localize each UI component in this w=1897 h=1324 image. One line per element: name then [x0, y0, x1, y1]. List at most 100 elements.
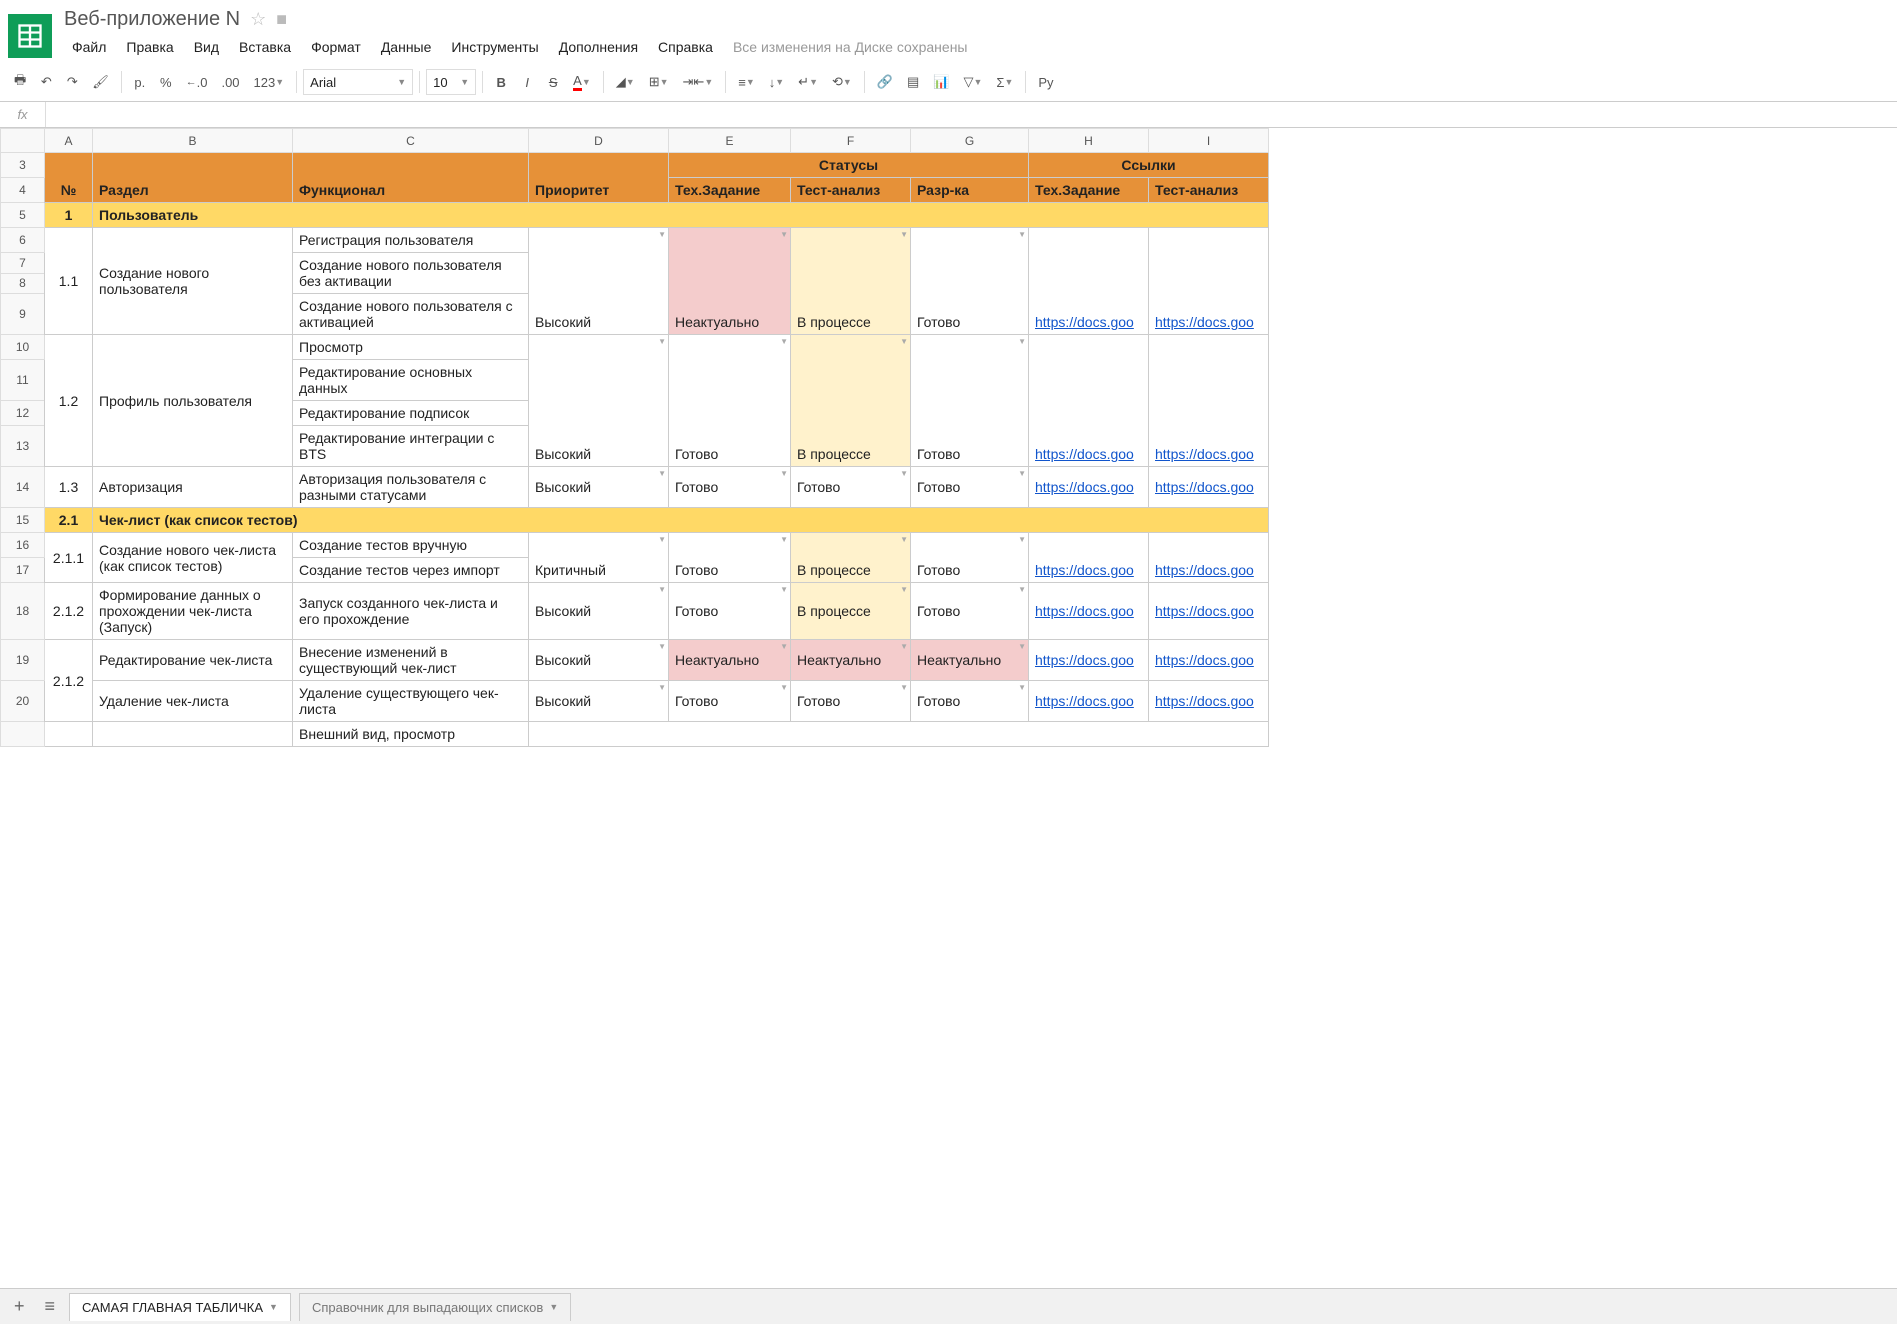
row-hdr[interactable]: 18	[1, 583, 45, 640]
more-formats-button[interactable]: 123 ▼	[248, 69, 291, 95]
cell-E4[interactable]: Тех.Задание	[669, 178, 791, 203]
cell-H18[interactable]: https://docs.goo	[1029, 583, 1149, 640]
cell-A16[interactable]: 2.1.1	[45, 533, 93, 583]
row-hdr[interactable]: 16	[1, 533, 45, 558]
cell-H3[interactable]: Ссылки	[1029, 153, 1269, 178]
cell-G4[interactable]: Разр-ка	[911, 178, 1029, 203]
dropdown-icon[interactable]: ▼	[780, 337, 788, 346]
cell-H16[interactable]: https://docs.goo	[1029, 533, 1149, 583]
cell-H14[interactable]: https://docs.goo	[1029, 467, 1149, 508]
merge-icon[interactable]: ⇥⇤ ▼	[677, 69, 720, 95]
dropdown-icon[interactable]: ▼	[658, 683, 666, 692]
font-select[interactable]: Arial▼	[303, 69, 413, 95]
cell-B16[interactable]: Создание нового чек-листа (как список те…	[93, 533, 293, 583]
cell-D19[interactable]: ▼Высокий	[529, 640, 669, 681]
cell-I18[interactable]: https://docs.goo	[1149, 583, 1269, 640]
cell-G10[interactable]: ▼Готово	[911, 335, 1029, 467]
dropdown-icon[interactable]: ▼	[658, 642, 666, 651]
cell-E16[interactable]: ▼Готово	[669, 533, 791, 583]
cell-B6[interactable]: Создание нового пользователя	[93, 228, 293, 335]
row-hdr[interactable]: 6	[1, 228, 45, 253]
row-hdr[interactable]: 15	[1, 508, 45, 533]
cell-D16[interactable]: ▼Критичный	[529, 533, 669, 583]
cell-C12[interactable]: Редактирование подписок	[293, 401, 529, 426]
cell-C7[interactable]: Создание нового пользователя без активац…	[293, 253, 529, 294]
menu-addons[interactable]: Дополнения	[551, 35, 646, 59]
cell-F20[interactable]: ▼Готово	[791, 681, 911, 722]
dropdown-icon[interactable]: ▼	[658, 337, 666, 346]
filter-icon[interactable]: ▽ ▼	[958, 69, 989, 95]
cell-F14[interactable]: ▼Готово	[791, 467, 911, 508]
cell-A18[interactable]: 2.1.2	[45, 583, 93, 640]
cell[interactable]	[93, 722, 293, 747]
cell-H6[interactable]: https://docs.goo	[1029, 228, 1149, 335]
dropdown-icon[interactable]: ▼	[900, 683, 908, 692]
dropdown-icon[interactable]: ▼	[780, 642, 788, 651]
dropdown-icon[interactable]: ▼	[780, 683, 788, 692]
cell[interactable]	[529, 722, 1269, 747]
col-hdr-A[interactable]: A	[45, 129, 93, 153]
cell-B5[interactable]: Пользователь	[93, 203, 1269, 228]
cell-A19[interactable]: 2.1.2	[45, 640, 93, 722]
bold-button[interactable]: B	[489, 69, 513, 95]
cell-C10[interactable]: Просмотр	[293, 335, 529, 360]
row-hdr[interactable]: 5	[1, 203, 45, 228]
cell-D18[interactable]: ▼Высокий	[529, 583, 669, 640]
italic-button[interactable]: I	[515, 69, 539, 95]
cell-F19[interactable]: ▼Неактуально	[791, 640, 911, 681]
strike-button[interactable]: S	[541, 69, 565, 95]
cell-B20[interactable]: Удаление чек-листа	[93, 681, 293, 722]
cell-E10[interactable]: ▼Готово	[669, 335, 791, 467]
dropdown-icon[interactable]: ▼	[1018, 535, 1026, 544]
cell-H10[interactable]: https://docs.goo	[1029, 335, 1149, 467]
row-hdr[interactable]	[1, 722, 45, 747]
cell-D6[interactable]: ▼Высокий	[529, 228, 669, 335]
font-size-select[interactable]: 10▼	[426, 69, 476, 95]
rotate-icon[interactable]: ⟲ ▼	[826, 69, 858, 95]
cell-F4[interactable]: Тест-анализ	[791, 178, 911, 203]
cell-E3[interactable]: Статусы	[669, 153, 1029, 178]
row-hdr[interactable]: 4	[1, 178, 45, 203]
cell-H4[interactable]: Тех.Задание	[1029, 178, 1149, 203]
cell-G14[interactable]: ▼Готово	[911, 467, 1029, 508]
all-sheets-icon[interactable]: ≡	[39, 1292, 62, 1321]
cell-E19[interactable]: ▼Неактуально	[669, 640, 791, 681]
col-hdr-B[interactable]: B	[93, 129, 293, 153]
dropdown-icon[interactable]: ▼	[900, 230, 908, 239]
script-button[interactable]: Py	[1032, 69, 1059, 95]
dropdown-icon[interactable]: ▼	[658, 469, 666, 478]
functions-icon[interactable]: Σ ▼	[990, 69, 1019, 95]
cell-cut[interactable]: Внешний вид, просмотр	[293, 722, 529, 747]
cell-B14[interactable]: Авторизация	[93, 467, 293, 508]
cell-F18[interactable]: ▼В процессе	[791, 583, 911, 640]
dropdown-icon[interactable]: ▼	[780, 585, 788, 594]
cell-B19[interactable]: Редактирование чек-листа	[93, 640, 293, 681]
sheets-logo[interactable]	[8, 14, 52, 58]
cell-A5[interactable]: 1	[45, 203, 93, 228]
dropdown-icon[interactable]: ▼	[900, 469, 908, 478]
menu-tools[interactable]: Инструменты	[443, 35, 546, 59]
menu-format[interactable]: Формат	[303, 35, 369, 59]
align-icon[interactable]: ≡ ▼	[732, 69, 761, 95]
increase-decimal-button[interactable]: .00	[215, 69, 245, 95]
col-hdr-I[interactable]: I	[1149, 129, 1269, 153]
cell-A6[interactable]: 1.1	[45, 228, 93, 335]
undo-icon[interactable]: ↶	[34, 69, 58, 95]
dropdown-icon[interactable]: ▼	[780, 469, 788, 478]
cell-I20[interactable]: https://docs.goo	[1149, 681, 1269, 722]
cell-G18[interactable]: ▼Готово	[911, 583, 1029, 640]
dropdown-icon[interactable]: ▼	[780, 535, 788, 544]
fill-color-icon[interactable]: ◢ ▼	[610, 69, 641, 95]
add-sheet-icon[interactable]: +	[8, 1292, 31, 1321]
cell-A10[interactable]: 1.2	[45, 335, 93, 467]
row-hdr[interactable]: 14	[1, 467, 45, 508]
dropdown-icon[interactable]: ▼	[900, 535, 908, 544]
cell-F16[interactable]: ▼В процессе	[791, 533, 911, 583]
valign-icon[interactable]: ↓ ▼	[763, 69, 790, 95]
cell-H19[interactable]: https://docs.goo	[1029, 640, 1149, 681]
col-hdr-H[interactable]: H	[1029, 129, 1149, 153]
cell-F10[interactable]: ▼В процессе	[791, 335, 911, 467]
cell-F6[interactable]: ▼В процессе	[791, 228, 911, 335]
cell-B3[interactable]: Раздел	[93, 153, 293, 203]
comment-icon[interactable]: ▤	[901, 69, 925, 95]
